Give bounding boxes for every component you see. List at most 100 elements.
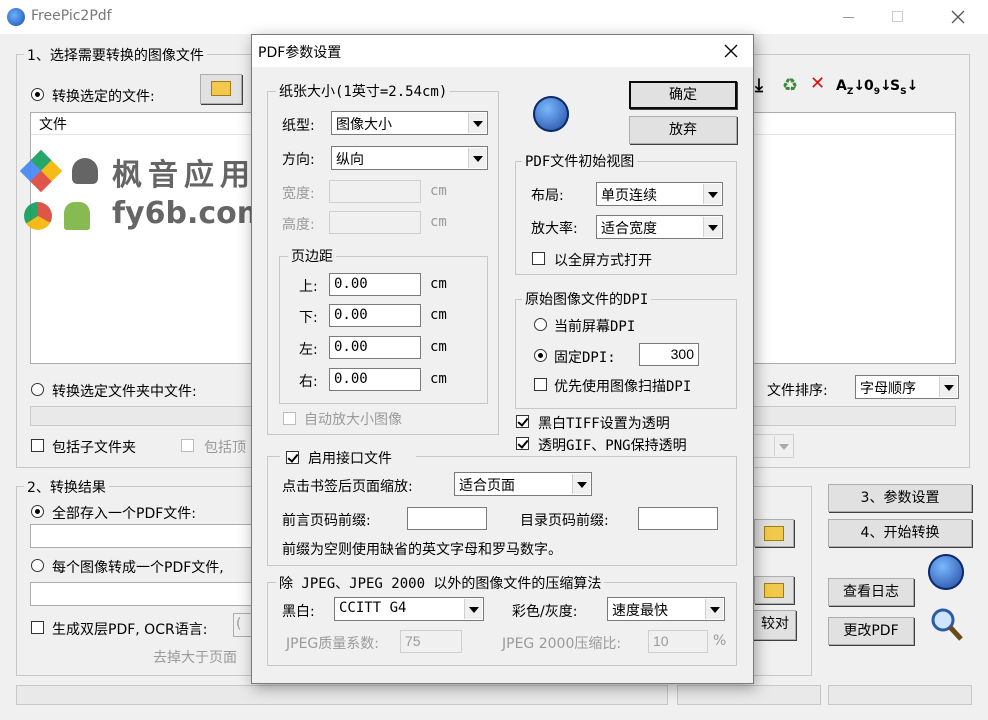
margin-right-input[interactable]: 0.00 <box>329 368 421 391</box>
chevron-down-icon <box>703 217 721 237</box>
dpi-scan-checkbox[interactable] <box>534 378 547 391</box>
toc-prefix-input[interactable] <box>638 507 718 530</box>
remove-larger-label: 去掉大于页面 <box>153 650 237 666</box>
status-bar-mid <box>677 685 821 705</box>
hidden-select[interactable] <box>752 434 794 458</box>
window-title: FreePic2Pdf <box>31 8 112 24</box>
zoom-select[interactable]: 适合宽度 <box>596 215 723 239</box>
jpeg2000-percent: % <box>713 633 727 649</box>
bookmark-zoom-select[interactable]: 适合页面 <box>454 472 592 496</box>
include-subfolders-checkbox[interactable] <box>31 439 44 452</box>
app-emblem-icon <box>928 554 964 590</box>
pdf-settings-dialog: PDF参数设置 纸张大小(1英寸=2.54cm) 纸型: 图像大小 方向: 纵向… <box>251 34 754 684</box>
jpeg2000-input[interactable]: 10 <box>648 630 708 653</box>
jpeg-quality-input[interactable]: 75 <box>400 630 462 653</box>
all-to-one-pdf-radio[interactable] <box>31 505 44 518</box>
interface-file-checkbox[interactable] <box>286 451 299 464</box>
convert-folder-radio[interactable] <box>31 383 44 396</box>
section2-label: 2、转换结果 <box>24 477 109 497</box>
dpi-fixed-radio[interactable] <box>534 349 547 362</box>
recycle-icon[interactable]: ♻ <box>782 76 798 96</box>
sort-size-icon[interactable]: SS↓ <box>890 76 918 102</box>
output-folder-field[interactable] <box>30 582 256 606</box>
folder-open-icon <box>764 583 784 598</box>
bw-compression-select[interactable]: CCITT G4 <box>334 597 484 621</box>
fullscreen-checkbox[interactable] <box>532 252 545 265</box>
width-input[interactable] <box>329 180 421 203</box>
view-log-button[interactable]: 查看日志 <box>828 578 914 606</box>
dpi-value-input[interactable]: 300 <box>639 343 699 366</box>
layout-select[interactable]: 单页连续 <box>596 182 723 206</box>
dual-layer-label: 生成双层PDF, OCR语言: <box>52 622 208 638</box>
color-compression-select[interactable]: 速度最快 <box>607 597 725 621</box>
android-robot-icon <box>64 202 90 230</box>
ok-button[interactable]: 确定 <box>629 81 737 109</box>
jpeg2000-label: JPEG 2000压缩比: <box>502 636 622 652</box>
start-convert-button[interactable]: 4、开始转换 <box>828 519 972 547</box>
app-logo-icon <box>7 8 25 26</box>
gif-png-transparent-checkbox[interactable] <box>516 437 529 450</box>
close-icon[interactable] <box>935 0 981 34</box>
maximize-icon[interactable] <box>874 0 920 34</box>
move-down-icon[interactable]: ⤓ <box>755 76 763 96</box>
sort-09-icon[interactable]: 09↓ <box>864 76 892 102</box>
pdf-emblem-icon <box>533 96 569 132</box>
each-to-pdf-radio[interactable] <box>31 559 44 572</box>
margin-top-unit: cm <box>430 276 447 292</box>
chevron-down-icon <box>705 599 723 619</box>
convert-folder-label: 转换选定文件夹中文件: <box>52 384 197 400</box>
margin-top-input[interactable]: 0.00 <box>329 273 421 296</box>
margin-left-input[interactable]: 0.00 <box>329 336 421 359</box>
orientation-select[interactable]: 纵向 <box>331 146 488 170</box>
margin-top-label: 上: <box>299 279 318 295</box>
dpi-fixed-label: 固定DPI: <box>554 350 616 366</box>
close-icon[interactable] <box>710 35 752 67</box>
height-input[interactable] <box>329 211 421 234</box>
interface-file-label: 启用接口文件 <box>308 451 392 467</box>
chevron-down-icon <box>468 113 486 133</box>
dpi-screen-label: 当前屏幕DPI <box>554 319 636 335</box>
margin-bottom-input[interactable]: 0.00 <box>329 304 421 327</box>
prefix-note: 前缀为空则使用缺省的英文字母和罗马数字。 <box>282 542 562 558</box>
minimize-icon[interactable] <box>826 0 872 34</box>
margin-right-label: 右: <box>299 374 318 390</box>
folder-open-icon <box>211 81 231 96</box>
tiff-transparent-checkbox[interactable] <box>516 415 529 428</box>
params-settings-button[interactable]: 3、参数设置 <box>828 484 972 512</box>
paper-type-label: 纸型: <box>282 118 315 134</box>
browse-output-button[interactable] <box>754 519 794 547</box>
modify-pdf-button[interactable]: 更改PDF <box>828 617 914 645</box>
bookmark-zoom-label: 点击书签后页面缩放: <box>282 479 413 495</box>
convert-selected-files-radio[interactable] <box>31 88 44 101</box>
folder-open-icon <box>764 526 784 541</box>
file-column-header[interactable]: 文件 <box>39 114 67 134</box>
browse-folder-button[interactable] <box>754 576 794 604</box>
watermark-url: fy6b.com <box>112 196 269 231</box>
height-label: 高度: <box>282 217 315 233</box>
section1-label: 1、选择需要转换的图像文件 <box>24 45 207 65</box>
dpi-group-label: 原始图像文件的DPI <box>522 289 652 309</box>
gif-png-transparent-label: 透明GIF、PNG保持透明 <box>538 438 687 454</box>
all-to-one-pdf-label: 全部存入一个PDF文件: <box>52 506 196 522</box>
dual-layer-checkbox[interactable] <box>31 621 44 634</box>
margin-right-unit: cm <box>430 371 447 387</box>
include-top-checkbox[interactable] <box>181 439 194 452</box>
watermark-logo-icon <box>19 149 63 193</box>
layout-label: 布局: <box>531 188 564 204</box>
delete-icon[interactable]: ✕ <box>810 74 825 94</box>
dpi-scan-label: 优先使用图像扫描DPI <box>554 379 692 395</box>
auto-scale-checkbox[interactable] <box>283 412 296 425</box>
sort-az-icon[interactable]: AZ↓ <box>836 76 865 102</box>
file-sort-select[interactable]: 字母顺序 <box>855 375 959 399</box>
preface-prefix-label: 前言页码前缀: <box>282 513 371 529</box>
watermark: 枫音应用 fy6b.com <box>19 146 270 236</box>
cancel-button[interactable]: 放弃 <box>629 116 737 144</box>
preface-prefix-input[interactable] <box>407 507 487 530</box>
open-files-button[interactable] <box>200 74 242 104</box>
orientation-label: 方向: <box>282 152 315 168</box>
dpi-screen-radio[interactable] <box>534 318 547 331</box>
initial-view-label: PDF文件初始视图 <box>522 151 638 171</box>
margin-bottom-unit: cm <box>430 307 447 323</box>
output-pdf-field[interactable] <box>30 524 256 548</box>
paper-type-select[interactable]: 图像大小 <box>331 111 488 135</box>
